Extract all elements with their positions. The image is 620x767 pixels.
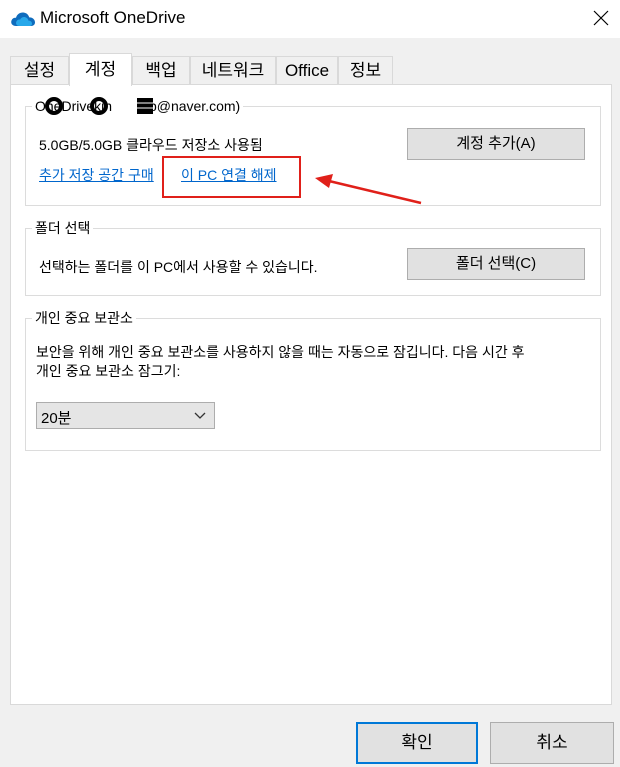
choose-folders-button[interactable]: 폴더 선택(C) <box>407 248 585 280</box>
storage-usage-text: 5.0GB/5.0GB 클라우드 저장소 사용됨 <box>39 137 263 153</box>
title-bar: Microsoft OneDrive <box>0 0 620 38</box>
annotation-arrow <box>315 174 422 205</box>
annotation-highlight-box <box>162 156 301 198</box>
vault-description-line2: 개인 중요 보관소 잠그기: <box>36 363 181 379</box>
onedrive-cloud-icon <box>11 12 35 26</box>
ok-button[interactable]: 확인 <box>356 722 478 764</box>
add-account-button[interactable]: 계정 추가(A) <box>407 128 585 160</box>
window-title: Microsoft OneDrive <box>40 8 186 27</box>
account-panel: OneDrivekin jup@naver.com) 5.0GB/5.0GB 클라… <box>10 84 612 705</box>
buy-storage-link[interactable]: 추가 저장 공간 구매 <box>39 165 163 185</box>
tab-network[interactable]: 네트워크 <box>190 56 276 84</box>
folders-description: 선택하는 폴더를 이 PC에서 사용할 수 있습니다. <box>39 259 318 275</box>
close-button[interactable] <box>582 0 620 36</box>
lock-after-select[interactable]: 20분 <box>36 402 215 429</box>
tab-office[interactable]: Office <box>276 56 338 84</box>
folders-legend: 폴더 선택 <box>35 220 91 236</box>
vault-legend: 개인 중요 보관소 <box>35 310 133 326</box>
chevron-down-icon <box>194 412 206 419</box>
tab-account[interactable]: 계정 <box>69 53 132 86</box>
tab-backup[interactable]: 백업 <box>132 56 190 84</box>
cancel-button[interactable]: 취소 <box>490 722 614 764</box>
vault-description-line1: 보안을 위해 개인 중요 보관소를 사용하지 않을 때는 자동으로 잠깁니다. … <box>36 344 525 360</box>
tab-about[interactable]: 정보 <box>338 56 393 84</box>
tab-settings[interactable]: 설정 <box>10 56 69 84</box>
close-icon <box>593 10 609 26</box>
lock-after-value: 20분 <box>41 410 72 427</box>
redaction-marks <box>45 97 153 115</box>
